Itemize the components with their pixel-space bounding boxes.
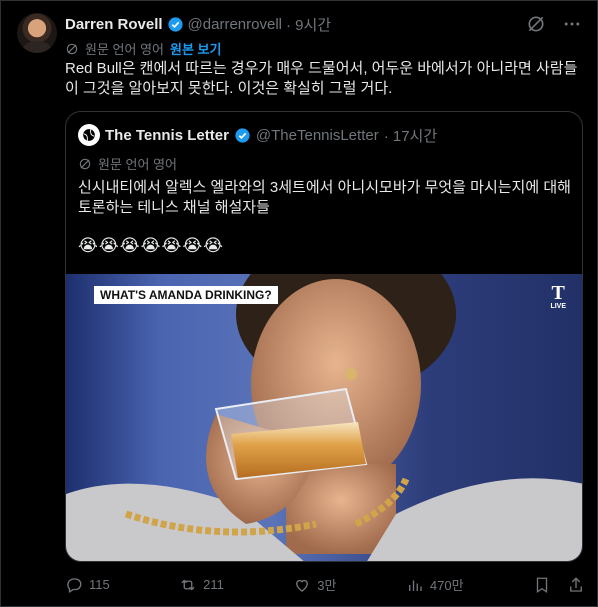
reply-icon [67, 577, 82, 593]
repost-count: 211 [203, 577, 224, 592]
heart-icon [296, 579, 309, 592]
quote-author-handle[interactable]: @TheTennisLetter [256, 127, 379, 144]
author-name[interactable]: Darren Rovell [65, 16, 163, 33]
repost-button[interactable]: 211 [179, 576, 224, 594]
reply-button[interactable]: 115 [65, 576, 110, 594]
quote-header: The Tennis Letter @TheTennisLetter · 17시… [78, 124, 437, 146]
views-icon [408, 580, 422, 591]
post-time[interactable]: · 9시간 [286, 14, 331, 35]
channel-live-text: LIVE [550, 303, 566, 310]
quote-translation-label: 원문 언어 영어 [98, 157, 177, 172]
top-icons [525, 13, 583, 35]
repost-icon [181, 579, 195, 590]
bookmark-icon[interactable] [533, 576, 551, 594]
quote-translate-icon [79, 158, 91, 169]
reply-count: 115 [89, 577, 110, 592]
grok-icon[interactable] [525, 13, 547, 35]
quote-author-name[interactable]: The Tennis Letter [105, 127, 229, 144]
show-original-link[interactable]: 원본 보기 [170, 39, 221, 58]
more-icon[interactable] [561, 13, 583, 35]
action-bar: 115 211 3만 470만 [65, 575, 585, 594]
quote-emoji: 😭😭😭😭😭😭😭 [78, 236, 225, 255]
quote-text: 신시내티에서 알렉스 엘라와의 3세트에서 아니시모바가 무엇을 마시는지에 대… [78, 179, 571, 216]
channel-logo: T LIVE [550, 283, 566, 314]
verified-badge-icon [167, 17, 183, 32]
action-bar-right [533, 576, 585, 594]
translate-icon [66, 43, 78, 54]
drinking-player-illustration [66, 274, 582, 561]
translation-label: 원문 언어 영어 [85, 42, 164, 57]
tweet-header: Darren Rovell @darrenrovell · 9시간 [65, 14, 331, 35]
quoted-tweet[interactable]: The Tennis Letter @TheTennisLetter · 17시… [65, 111, 583, 562]
tweet: Darren Rovell @darrenrovell · 9시간 원문 언어 … [0, 0, 598, 607]
tennis-ball-icon [83, 129, 95, 141]
quote-translation-row: 원문 언어 영어 [78, 154, 177, 173]
views-count: 470만 [429, 578, 464, 593]
like-count: 3만 [317, 578, 337, 593]
tweet-text: Red Bull은 캔에서 따르는 경우가 매우 드물어서, 어두운 바에서가 … [65, 60, 578, 97]
quote-verified-badge-icon [235, 127, 250, 143]
like-button[interactable]: 3만 [293, 575, 336, 594]
quote-post-time[interactable]: · 17시간 [384, 125, 437, 146]
author-handle[interactable]: @darrenrovell [188, 16, 282, 33]
quote-media-image[interactable]: WHAT'S AMANDA DRINKING? T LIVE [66, 274, 582, 561]
share-icon[interactable] [567, 576, 585, 594]
quote-avatar[interactable] [78, 124, 100, 146]
avatar[interactable] [17, 13, 57, 53]
media-caption: WHAT'S AMANDA DRINKING? [94, 286, 278, 304]
views-button[interactable]: 470만 [406, 575, 464, 594]
translation-row: 원문 언어 영어 원본 보기 [65, 39, 221, 58]
